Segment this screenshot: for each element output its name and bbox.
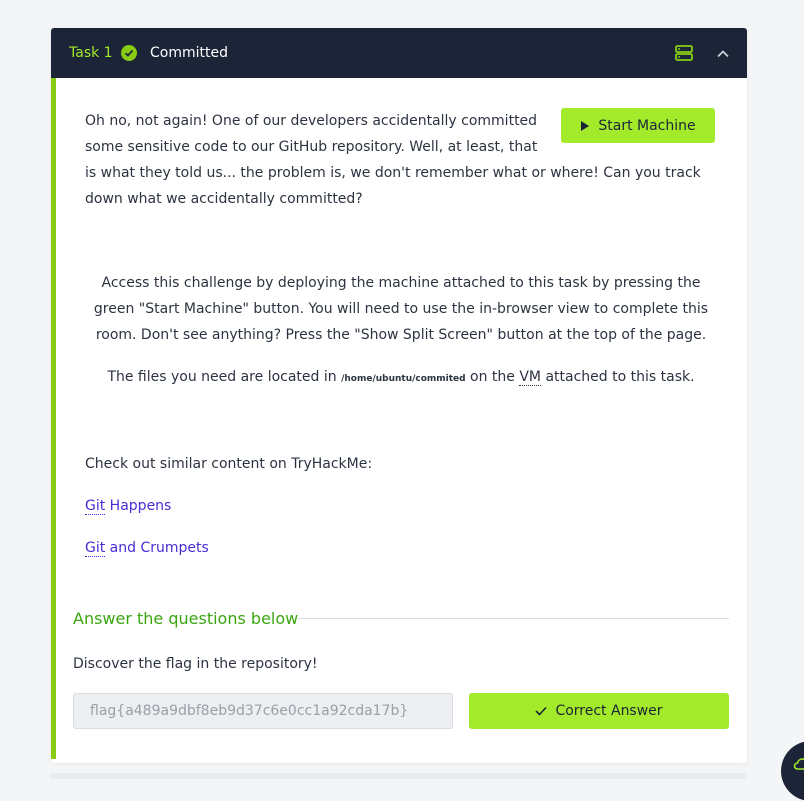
heading-divider (298, 618, 729, 619)
task-header[interactable]: Task 1 Committed (51, 28, 747, 78)
task-accent-bar (51, 78, 56, 759)
check-icon (535, 706, 548, 716)
files-suffix: attached to this task. (541, 369, 695, 385)
files-prefix: The files you need are located in (107, 369, 342, 385)
link-git-and-crumpets[interactable]: Git and Crumpets (85, 535, 209, 561)
task-label: Task 1 (69, 45, 113, 61)
vm-abbr: VM (519, 369, 542, 386)
files-path: /home/ubuntu/commited (341, 374, 466, 384)
next-task-edge (51, 773, 747, 779)
answer-heading: Answer the questions below (73, 609, 299, 628)
check-circle-icon (121, 45, 137, 61)
start-machine-button[interactable]: Start Machine (561, 108, 715, 143)
access-instructions: Access this challenge by deploying the m… (93, 275, 709, 343)
similar-content-intro: Check out similar content on TryHackMe: (85, 456, 373, 472)
link-git-happens-text: Happens (105, 498, 172, 514)
git-abbr: Git (85, 498, 106, 515)
git-abbr: Git (85, 540, 106, 557)
split-screen-icon[interactable] (675, 45, 693, 61)
chevron-up-icon[interactable] (715, 46, 731, 60)
link-git-happens[interactable]: Git Happens (85, 493, 171, 519)
task-description-block: Start Machine Oh no, not again! One of o… (85, 108, 715, 212)
answer-input[interactable]: flag{a489a9dbf8eb9d37c6e0cc1a92cda17b} (73, 693, 453, 729)
link-git-and-crumpets-text: and Crumpets (105, 540, 209, 556)
play-icon (581, 120, 590, 131)
cloud-button[interactable] (781, 741, 804, 801)
correct-answer-button[interactable]: Correct Answer (469, 693, 729, 729)
cloud-icon (793, 758, 804, 770)
start-machine-label: Start Machine (598, 117, 696, 134)
files-location: The files you need are located in /home/… (85, 364, 717, 392)
question-text: Discover the flag in the repository! (73, 656, 318, 672)
files-middle: on the (465, 369, 520, 385)
task-status: Committed (150, 45, 228, 61)
correct-answer-label: Correct Answer (555, 703, 663, 719)
